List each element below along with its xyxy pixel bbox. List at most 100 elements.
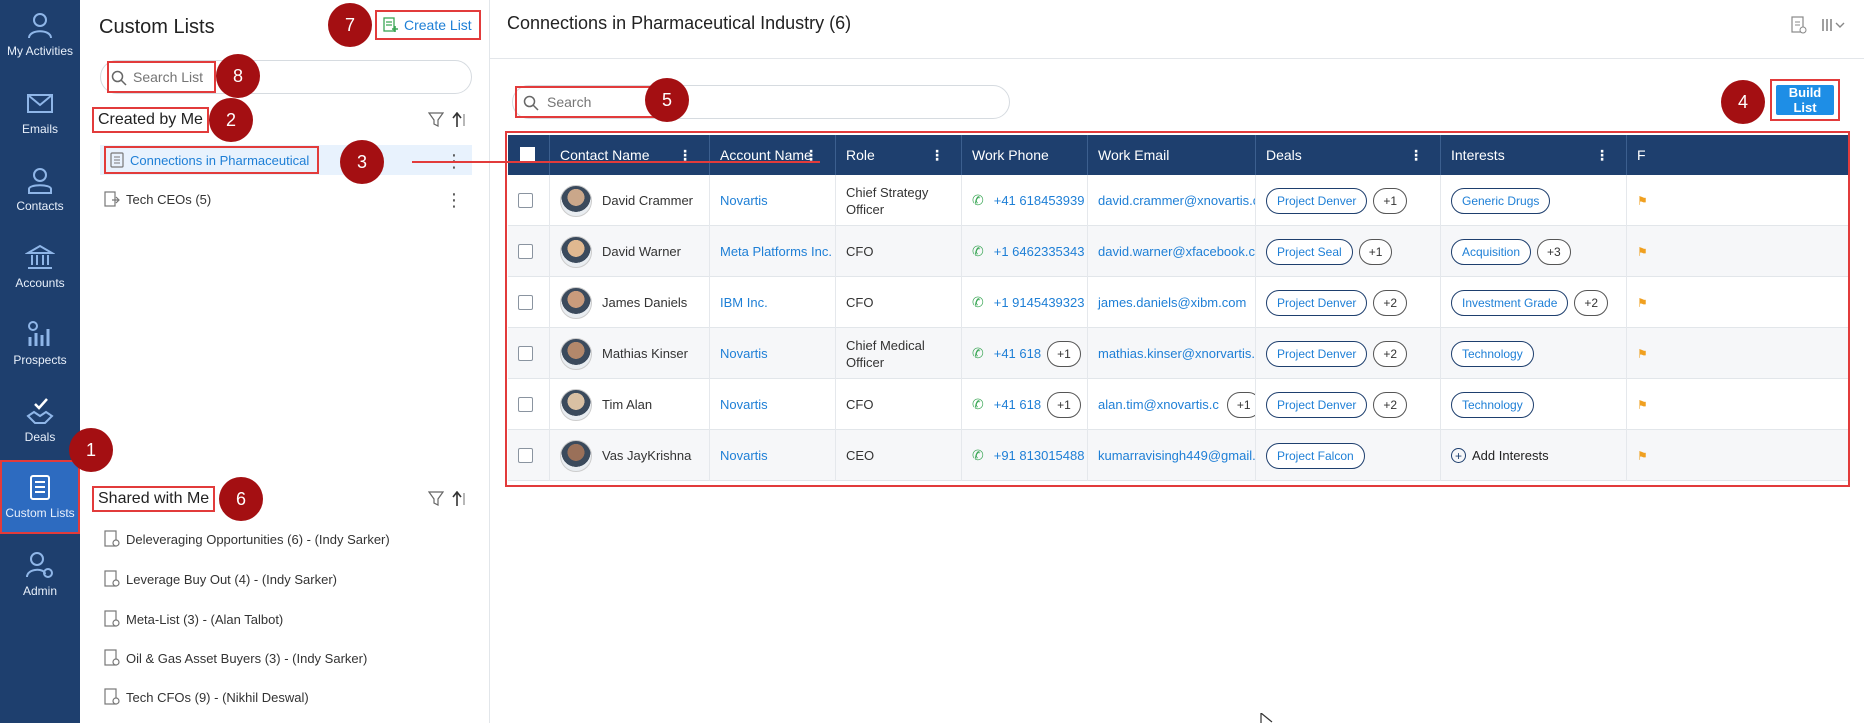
flag-icon[interactable]: ⚑ <box>1637 245 1648 259</box>
work-phone[interactable]: +91 813015488 <box>994 448 1085 463</box>
account-link[interactable]: IBM Inc. <box>720 295 768 310</box>
contact-name[interactable]: David Warner <box>602 244 681 259</box>
contact-name[interactable]: Mathias Kinser <box>602 346 688 361</box>
flag-icon[interactable]: ⚑ <box>1637 296 1648 310</box>
more-interests-chip[interactable]: +3 <box>1537 238 1571 265</box>
phone-icon[interactable]: ✆ <box>972 447 984 464</box>
add-interests-button[interactable]: + Add Interests <box>1451 448 1549 463</box>
export-list-icon[interactable] <box>1790 16 1808 34</box>
phone-icon[interactable]: ✆ <box>972 396 984 413</box>
work-email[interactable]: kumarravisingh449@gmail.c <box>1098 448 1255 463</box>
select-all-checkbox[interactable] <box>520 147 535 162</box>
work-email[interactable]: james.daniels@xibm.com <box>1098 295 1246 310</box>
nav-item-admin[interactable]: Admin <box>0 540 80 610</box>
column-menu-icon[interactable]: ⋮ <box>930 135 944 175</box>
work-phone[interactable]: +41 618453939 <box>994 193 1085 208</box>
sort-icon[interactable] <box>452 491 468 507</box>
column-header-contact-name[interactable]: Contact Name ⋮ <box>550 135 710 175</box>
interest-chip[interactable]: Generic Drugs <box>1451 187 1551 214</box>
table-row[interactable]: Tim Alan Novartis CFO ✆ +41 618 +1 alan.tim@xn… <box>508 379 1848 430</box>
deal-chip[interactable]: Project Denver <box>1266 187 1368 214</box>
phone-icon[interactable]: ✆ <box>972 243 984 260</box>
more-interests-chip[interactable]: +2 <box>1574 289 1609 316</box>
sort-icon[interactable] <box>452 112 468 128</box>
flag-icon[interactable]: ⚑ <box>1637 449 1648 463</box>
more-emails-chip[interactable]: +1 <box>1226 391 1255 418</box>
nav-item-custom-lists[interactable]: Custom Lists <box>0 460 80 534</box>
shared-list-item[interactable]: Leverage Buy Out (4) - (Indy Sarker) <box>104 564 337 594</box>
work-phone[interactable]: +41 618 <box>994 346 1041 361</box>
column-header-work-phone[interactable]: Work Phone <box>962 135 1088 175</box>
more-deals-chip[interactable]: +2 <box>1373 289 1408 316</box>
deal-chip[interactable]: Project Denver <box>1266 289 1368 316</box>
flag-icon[interactable]: ⚑ <box>1637 194 1648 208</box>
more-deals-chip[interactable]: +2 <box>1373 340 1408 367</box>
shared-list-item[interactable]: Meta-List (3) - (Alan Talbot) <box>104 604 283 634</box>
phone-icon[interactable]: ✆ <box>972 192 984 209</box>
list-item-tech-ceos[interactable]: Tech CEOs (5) ⋮ <box>100 184 472 214</box>
account-link[interactable]: Meta Platforms Inc. <box>720 244 832 259</box>
shared-list-item[interactable]: Tech CFOs (9) - (Nikhil Deswal) <box>104 682 309 712</box>
nav-item-emails[interactable]: Emails <box>0 78 80 148</box>
interest-chip[interactable]: Acquisition <box>1451 238 1532 265</box>
account-link[interactable]: Novartis <box>720 346 768 361</box>
phone-icon[interactable]: ✆ <box>972 345 984 362</box>
interest-chip[interactable]: Investment Grade <box>1451 289 1569 316</box>
table-row[interactable]: David Warner Meta Platforms Inc. CFO ✆ +1 64… <box>508 226 1848 277</box>
nav-item-deals[interactable]: Deals <box>0 386 80 456</box>
work-email[interactable]: david.crammer@xnovartis.cc <box>1098 193 1255 208</box>
contact-name[interactable]: Tim Alan <box>602 397 652 412</box>
deal-chip[interactable]: Project Seal <box>1266 238 1353 265</box>
more-phones-chip[interactable]: +1 <box>1047 391 1081 418</box>
shared-list-item[interactable]: Deleveraging Opportunities (6) - (Indy S… <box>104 524 390 554</box>
column-header-deals[interactable]: Deals ⋮ <box>1256 135 1441 175</box>
work-email[interactable]: alan.tim@xnovartis.c <box>1098 397 1219 412</box>
column-header-role[interactable]: Role ⋮ <box>836 135 962 175</box>
work-phone[interactable]: +1 9145439323 <box>994 295 1085 310</box>
row-checkbox[interactable] <box>518 448 533 463</box>
column-header-overflow[interactable]: F <box>1627 135 1848 175</box>
deal-chip[interactable]: Project Falcon <box>1266 442 1365 469</box>
kebab-menu-icon[interactable]: ⋮ <box>445 190 463 211</box>
interest-chip[interactable]: Technology <box>1451 391 1534 418</box>
more-deals-chip[interactable]: +1 <box>1373 187 1408 214</box>
build-list-button[interactable]: Build List <box>1776 85 1834 115</box>
column-header-work-email[interactable]: Work Email <box>1088 135 1256 175</box>
table-row[interactable]: James Daniels IBM Inc. CFO ✆ +1 9145439323 ja… <box>508 277 1848 328</box>
nav-item-contacts[interactable]: Contacts <box>0 155 80 225</box>
account-link[interactable]: Novartis <box>720 448 768 463</box>
nav-item-accounts[interactable]: Accounts <box>0 232 80 302</box>
shared-list-item[interactable]: Oil & Gas Asset Buyers (3) - (Indy Sarke… <box>104 643 367 673</box>
work-email[interactable]: david.warner@xfacebook.co <box>1098 244 1255 259</box>
column-header-interests[interactable]: Interests ⋮ <box>1441 135 1627 175</box>
table-row[interactable]: Vas JayKrishna Novartis CEO ✆ +91 813015488 k… <box>508 430 1848 481</box>
row-checkbox[interactable] <box>518 193 533 208</box>
deal-chip[interactable]: Project Denver <box>1266 391 1368 418</box>
column-menu-icon[interactable]: ⋮ <box>804 135 818 175</box>
deal-chip[interactable]: Project Denver <box>1266 340 1368 367</box>
list-item-connections[interactable]: Connections in Pharmaceutical ⋮ <box>100 145 472 175</box>
flag-icon[interactable]: ⚑ <box>1637 398 1648 412</box>
table-row[interactable]: Mathias Kinser Novartis Chief Medical Offi… <box>508 328 1848 379</box>
row-checkbox[interactable] <box>518 295 533 310</box>
create-list-button[interactable]: Create List <box>375 10 481 40</box>
flag-icon[interactable]: ⚑ <box>1637 347 1648 361</box>
nav-item-my-activities[interactable]: My Activities <box>0 0 80 70</box>
phone-icon[interactable]: ✆ <box>972 294 984 311</box>
contact-name[interactable]: James Daniels <box>602 295 687 310</box>
work-phone[interactable]: +41 618 <box>994 397 1041 412</box>
row-checkbox[interactable] <box>518 346 533 361</box>
account-link[interactable]: Novartis <box>720 397 768 412</box>
column-chooser-icon[interactable] <box>1820 16 1846 34</box>
work-email[interactable]: mathias.kinser@xnorvartis.c <box>1098 346 1255 361</box>
nav-item-prospects[interactable]: Prospects <box>0 309 80 379</box>
interest-chip[interactable]: Technology <box>1451 340 1534 367</box>
row-checkbox[interactable] <box>518 244 533 259</box>
column-header-account-name[interactable]: Account Name ⋮ <box>710 135 836 175</box>
more-deals-chip[interactable]: +2 <box>1373 391 1408 418</box>
column-menu-icon[interactable]: ⋮ <box>1595 135 1609 175</box>
more-deals-chip[interactable]: +1 <box>1358 238 1393 265</box>
filter-icon[interactable] <box>428 491 444 507</box>
filter-icon[interactable] <box>428 112 444 128</box>
account-link[interactable]: Novartis <box>720 193 768 208</box>
